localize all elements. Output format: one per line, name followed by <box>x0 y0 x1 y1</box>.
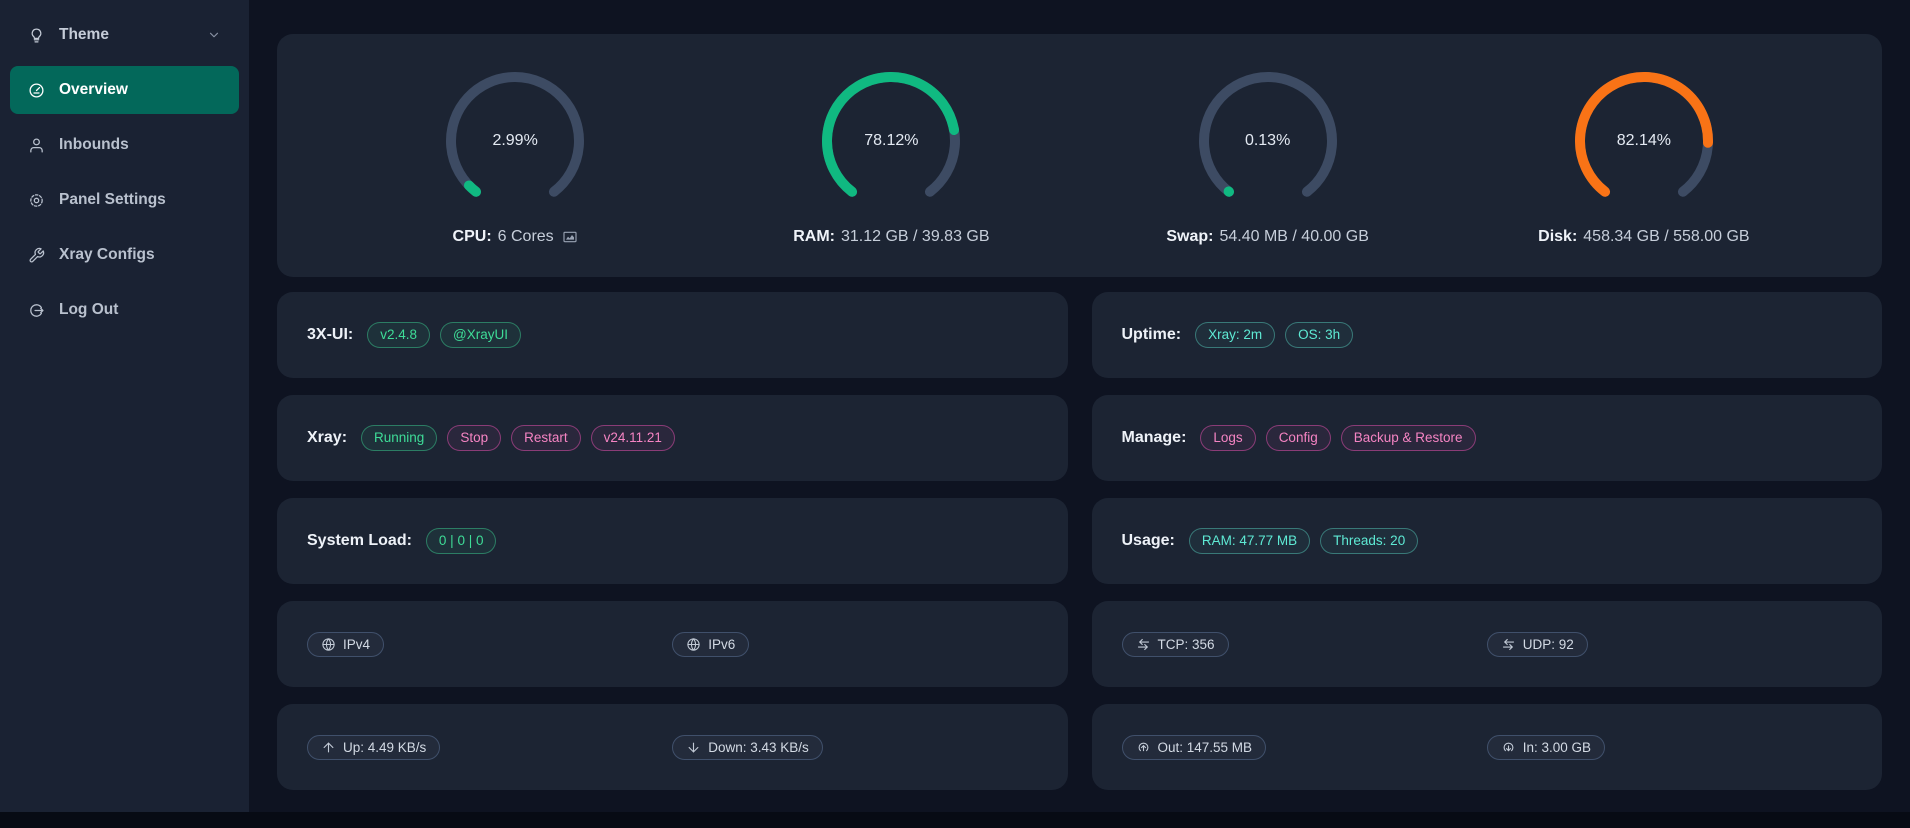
uptime-card: Uptime: Xray: 2m OS: 3h <box>1092 292 1883 378</box>
sidebar-item-inbounds[interactable]: Inbounds <box>10 121 239 169</box>
ram-gauge: 78.12% <box>816 66 966 216</box>
upload-speed-pill: Up: 4.49 KB/s <box>307 735 440 760</box>
globe-icon <box>686 637 701 652</box>
app: Theme Overview Inbounds <box>0 0 1910 812</box>
system-load-badge: 0 | 0 | 0 <box>426 528 497 555</box>
ipv6-half: IPv6 <box>672 632 1037 657</box>
download-speed-pill: Down: 3.43 KB/s <box>672 735 823 760</box>
sidebar-item-label: Overview <box>59 81 128 99</box>
chevron-down-icon <box>207 28 221 42</box>
xui-version-card: 3X-UI: v2.4.8 @XrayUI <box>277 292 1068 378</box>
swap-gauge-column: 0.13% Swap: 54.40 MB / 40.00 GB <box>1080 66 1456 246</box>
cloud-upload-icon <box>1136 740 1151 755</box>
traffic-in-pill: In: 3.00 GB <box>1487 735 1605 760</box>
down-half: Down: 3.43 KB/s <box>672 735 1037 760</box>
globe-icon <box>321 637 336 652</box>
up-half: Up: 4.49 KB/s <box>307 735 672 760</box>
uptime-os-badge: OS: 3h <box>1285 322 1353 349</box>
swap-percent: 0.13% <box>1193 66 1343 216</box>
sidebar-item-label: Inbounds <box>59 136 129 154</box>
dashboard-icon <box>28 82 45 99</box>
usage-threads-badge: Threads: 20 <box>1320 528 1418 555</box>
xray-status-badge: Running <box>361 425 437 452</box>
system-load-label: System Load: <box>307 532 412 550</box>
udp-half: UDP: 92 <box>1487 632 1852 657</box>
bulb-icon <box>28 27 45 44</box>
cloud-download-icon <box>1501 740 1516 755</box>
cpu-label: CPU: 6 Cores <box>453 228 578 246</box>
disk-label: Disk: 458.34 GB / 558.00 GB <box>1538 228 1749 246</box>
backup-restore-button[interactable]: Backup & Restore <box>1341 425 1476 452</box>
sidebar-item-xray-configs[interactable]: Xray Configs <box>10 231 239 279</box>
swap-arrows-icon <box>1136 637 1151 652</box>
xray-restart-button[interactable]: Restart <box>511 425 581 452</box>
xui-telegram-badge[interactable]: @XrayUI <box>440 322 521 349</box>
uptime-xray-badge: Xray: 2m <box>1195 322 1275 349</box>
udp-pill: UDP: 92 <box>1487 632 1588 657</box>
logout-icon <box>28 302 45 319</box>
disk-percent: 82.14% <box>1569 66 1719 216</box>
ram-percent: 78.12% <box>816 66 966 216</box>
cpu-gauge-column: 2.99% CPU: 6 Cores <box>327 66 703 246</box>
in-half: In: 3.00 GB <box>1487 735 1852 760</box>
traffic-card: Out: 147.55 MB In: 3.00 GB <box>1092 704 1883 790</box>
logs-button[interactable]: Logs <box>1200 425 1255 452</box>
theme-label: Theme <box>59 26 109 44</box>
speed-card: Up: 4.49 KB/s Down: 3.43 KB/s <box>277 704 1068 790</box>
user-icon <box>28 137 45 154</box>
xui-version-badge[interactable]: v2.4.8 <box>367 322 430 349</box>
system-gauges-card: 2.99% CPU: 6 Cores 78.12% <box>277 34 1882 277</box>
tcp-pill: TCP: 356 <box>1122 632 1229 657</box>
usage-card: Usage: RAM: 47.77 MB Threads: 20 <box>1092 498 1883 584</box>
xray-label: Xray: <box>307 429 347 447</box>
ram-gauge-column: 78.12% RAM: 31.12 GB / 39.83 GB <box>703 66 1079 246</box>
tcp-half: TCP: 356 <box>1122 632 1487 657</box>
ip-card: IPv4 IPv6 <box>277 601 1068 687</box>
disk-gauge-column: 82.14% Disk: 458.34 GB / 558.00 GB <box>1456 66 1832 246</box>
sidebar: Theme Overview Inbounds <box>0 0 249 812</box>
sidebar-item-log-out[interactable]: Log Out <box>10 286 239 334</box>
ipv6-pill[interactable]: IPv6 <box>672 632 749 657</box>
xray-control-card: Xray: Running Stop Restart v24.11.21 <box>277 395 1068 481</box>
system-load-card: System Load: 0 | 0 | 0 <box>277 498 1068 584</box>
config-button[interactable]: Config <box>1266 425 1331 452</box>
ipv4-half: IPv4 <box>307 632 672 657</box>
ipv4-pill[interactable]: IPv4 <box>307 632 384 657</box>
sidebar-item-label: Panel Settings <box>59 191 166 209</box>
sidebar-item-label: Xray Configs <box>59 246 155 264</box>
info-cards-grid: 3X-UI: v2.4.8 @XrayUI Uptime: Xray: 2m O… <box>277 292 1882 790</box>
traffic-out-pill: Out: 147.55 MB <box>1122 735 1267 760</box>
cpu-gauge: 2.99% <box>440 66 590 216</box>
xray-version-badge[interactable]: v24.11.21 <box>591 425 675 452</box>
swap-arrows-icon <box>1501 637 1516 652</box>
manage-label: Manage: <box>1122 429 1187 447</box>
out-half: Out: 147.55 MB <box>1122 735 1487 760</box>
usage-ram-badge: RAM: 47.77 MB <box>1189 528 1310 555</box>
swap-label: Swap: 54.40 MB / 40.00 GB <box>1166 228 1369 246</box>
uptime-label: Uptime: <box>1122 326 1182 344</box>
wrench-icon <box>28 247 45 264</box>
usage-label: Usage: <box>1122 532 1175 550</box>
sidebar-item-overview[interactable]: Overview <box>10 66 239 114</box>
sidebar-item-label: Log Out <box>59 301 118 319</box>
sidebar-item-panel-settings[interactable]: Panel Settings <box>10 176 239 224</box>
cpu-chart-icon[interactable] <box>562 229 578 245</box>
main-content: 2.99% CPU: 6 Cores 78.12% <box>249 0 1910 812</box>
xray-stop-button[interactable]: Stop <box>447 425 501 452</box>
manage-card: Manage: Logs Config Backup & Restore <box>1092 395 1883 481</box>
ram-label: RAM: 31.12 GB / 39.83 GB <box>793 228 989 246</box>
gear-icon <box>28 192 45 209</box>
swap-gauge: 0.13% <box>1193 66 1343 216</box>
cpu-percent: 2.99% <box>440 66 590 216</box>
arrow-up-icon <box>321 740 336 755</box>
disk-gauge: 82.14% <box>1569 66 1719 216</box>
connections-card: TCP: 356 UDP: 92 <box>1092 601 1883 687</box>
xui-label: 3X-UI: <box>307 326 353 344</box>
theme-toggle[interactable]: Theme <box>10 12 239 58</box>
arrow-down-icon <box>686 740 701 755</box>
